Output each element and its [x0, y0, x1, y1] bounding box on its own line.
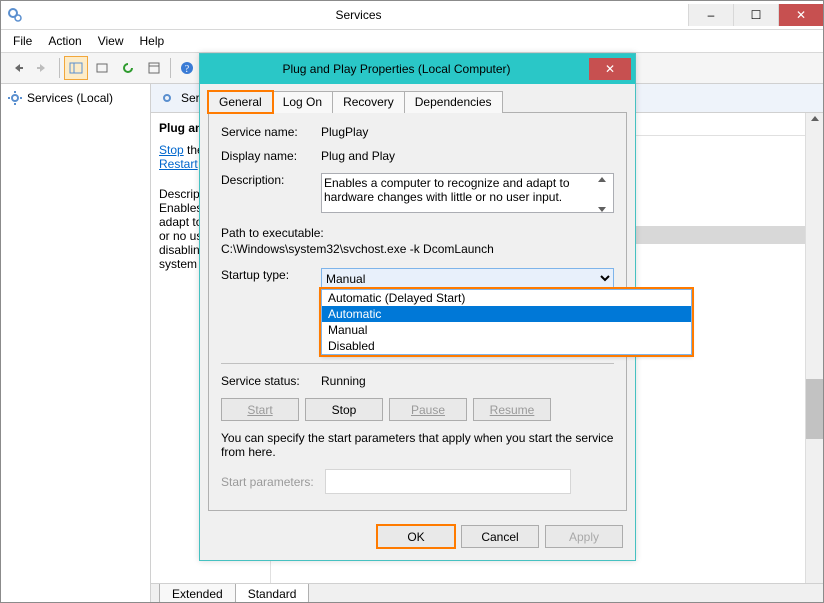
dialog-actions: OK Cancel Apply	[200, 519, 635, 560]
menu-action[interactable]: Action	[42, 32, 87, 50]
pause-button: Pause	[389, 398, 467, 421]
services-window: Services – ☐ ✕ File Action View Help ? S…	[0, 0, 824, 603]
option-disabled[interactable]: Disabled	[322, 338, 691, 354]
apply-button: Apply	[545, 525, 623, 548]
svg-text:?: ?	[185, 64, 190, 75]
separator	[59, 58, 60, 78]
scrollbar-thumb[interactable]	[806, 379, 823, 439]
gear-icon	[159, 90, 175, 106]
display-name-label: Display name:	[221, 149, 321, 163]
scroll-up-icon	[596, 175, 608, 185]
tab-dependencies[interactable]: Dependencies	[404, 91, 503, 113]
menu-view[interactable]: View	[92, 32, 130, 50]
service-name-value: PlugPlay	[321, 125, 614, 139]
start-parameters-input	[325, 469, 571, 494]
forward-button[interactable]	[31, 56, 55, 80]
scroll-up-icon	[809, 113, 821, 125]
cancel-button[interactable]: Cancel	[461, 525, 539, 548]
service-status-value: Running	[321, 374, 614, 388]
stop-button[interactable]: Stop	[305, 398, 383, 421]
path-label: Path to executable:	[221, 226, 614, 240]
tree-pane: Services (Local)	[1, 84, 151, 603]
startup-type-select[interactable]: Manual	[321, 268, 614, 289]
dialog-titlebar[interactable]: Plug and Play Properties (Local Computer…	[200, 54, 635, 84]
menubar: File Action View Help	[1, 30, 823, 53]
description-label: Description:	[221, 173, 321, 187]
service-status-label: Service status:	[221, 374, 321, 388]
stop-link[interactable]: Stop	[159, 143, 184, 157]
startup-type-label: Startup type:	[221, 268, 321, 282]
path-value: C:\Windows\system32\svchost.exe -k DcomL…	[221, 242, 614, 256]
start-parameters-label: Start parameters:	[221, 475, 321, 489]
tab-recovery[interactable]: Recovery	[332, 91, 405, 113]
resume-button: Resume	[473, 398, 551, 421]
separator	[170, 58, 171, 78]
tree-root-label: Services (Local)	[27, 91, 113, 105]
ok-button[interactable]: OK	[377, 525, 455, 548]
option-manual[interactable]: Manual	[322, 322, 691, 338]
description-textarea[interactable]	[321, 173, 614, 213]
window-title: Services	[29, 8, 688, 22]
scroll-down-icon	[596, 204, 608, 214]
restart-link[interactable]: Restart	[159, 157, 198, 171]
start-parameters-note: You can specify the start parameters tha…	[221, 431, 614, 459]
tab-standard[interactable]: Standard	[235, 584, 310, 603]
titlebar: Services – ☐ ✕	[1, 1, 823, 30]
dialog-panel: Service name: PlugPlay Display name: Plu…	[208, 112, 627, 511]
dialog-title: Plug and Play Properties (Local Computer…	[204, 62, 589, 76]
tree-root[interactable]: Services (Local)	[5, 88, 146, 108]
start-button: Start	[221, 398, 299, 421]
menu-file[interactable]: File	[7, 32, 38, 50]
menu-help[interactable]: Help	[134, 32, 171, 50]
minimize-button[interactable]: –	[688, 4, 733, 26]
startup-type-dropdown: Automatic (Delayed Start) Automatic Manu…	[321, 289, 692, 355]
control-buttons: Start Stop Pause Resume	[221, 398, 614, 421]
tab-extended[interactable]: Extended	[159, 584, 236, 603]
vertical-scrollbar[interactable]	[805, 113, 823, 603]
maximize-button[interactable]: ☐	[733, 4, 778, 26]
back-button[interactable]	[5, 56, 29, 80]
properties-button[interactable]	[142, 56, 166, 80]
display-name-value: Plug and Play	[321, 149, 614, 163]
services-app-icon	[7, 7, 23, 23]
show-hide-tree-button[interactable]	[64, 56, 88, 80]
service-name-label: Service name:	[221, 125, 321, 139]
bottom-tabs: Extended Standard	[151, 583, 823, 603]
option-automatic[interactable]: Automatic	[322, 306, 691, 322]
properties-dialog: Plug and Play Properties (Local Computer…	[199, 53, 636, 561]
tab-general[interactable]: General	[208, 91, 273, 113]
option-automatic-delayed[interactable]: Automatic (Delayed Start)	[322, 290, 691, 306]
dialog-close-button[interactable]: ✕	[589, 58, 631, 80]
export-button[interactable]	[90, 56, 114, 80]
dialog-tabs: General Log On Recovery Dependencies	[208, 90, 627, 112]
help-button[interactable]: ?	[175, 56, 199, 80]
textarea-scrollbar[interactable]	[596, 175, 612, 214]
refresh-button[interactable]	[116, 56, 140, 80]
tab-logon[interactable]: Log On	[272, 91, 333, 113]
gear-icon	[7, 90, 23, 106]
divider	[221, 363, 614, 364]
close-button[interactable]: ✕	[778, 4, 823, 26]
